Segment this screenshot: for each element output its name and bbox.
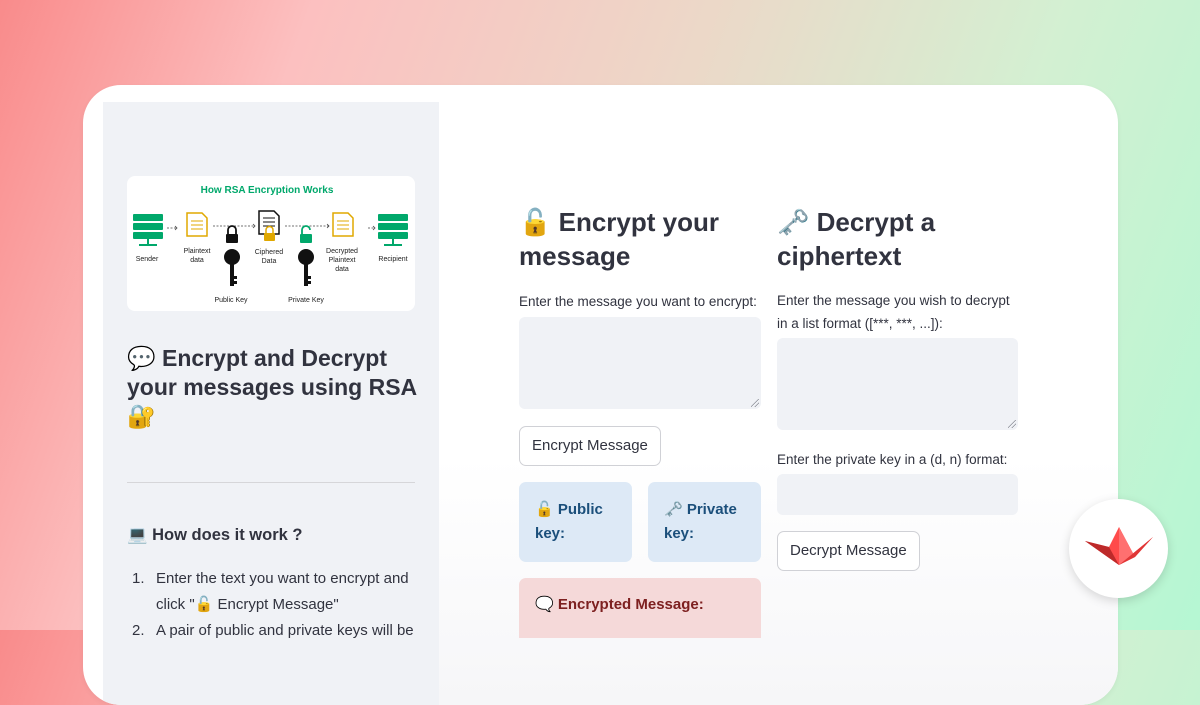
divider (127, 482, 415, 483)
private-key-label: 🗝️ Private key: (664, 501, 737, 542)
encrypted-message-label: 🗨️ Encrypted Message: (535, 596, 704, 613)
diagram-title: How RSA Encryption Works (201, 185, 334, 196)
sidebar-title: 💬 Encrypt and Decrypt your messages usin… (127, 345, 417, 429)
decrypted-document-icon (332, 212, 354, 237)
rsa-diagram-image: How RSA Encryption Works Sender Plaintex… (127, 176, 415, 311)
resize-handle-icon[interactable] (1008, 420, 1016, 428)
resize-handle-icon[interactable] (751, 399, 759, 407)
list-item-number: 2. (132, 622, 145, 639)
encrypt-heading: 🔓 Encrypt your message (519, 207, 719, 271)
diagram-label-private-key: Private Key (288, 297, 324, 304)
diagram-label-plaintext: Plaintext data (184, 248, 211, 264)
ciphered-document-icon (258, 210, 280, 241)
encrypt-column: 🔓 Encrypt your message (519, 205, 762, 273)
list-item-text: A pair of public and private keys will b… (156, 622, 414, 639)
plaintext-document-icon (186, 212, 208, 237)
private-key-box: 🗝️ Private key: (648, 482, 761, 562)
unlock-icon (300, 225, 312, 243)
lock-icon (226, 225, 238, 243)
decrypt-message-button[interactable]: Decrypt Message (777, 531, 920, 571)
streamlit-crown-icon (1085, 527, 1153, 565)
diagram-label-decrypted: Decrypted Plaintext data (326, 248, 358, 273)
sidebar: How RSA Encryption Works Sender Plaintex… (103, 102, 439, 705)
streamlit-logo (1069, 499, 1168, 598)
private-key-input[interactable] (777, 474, 1018, 515)
sender-server-icon (133, 214, 163, 246)
diagram-label-ciphered: Ciphered Data (255, 249, 284, 265)
encrypt-input-label: Enter the message you want to encrypt: (519, 294, 757, 309)
diagram-label-sender: Sender (136, 256, 159, 263)
decrypt-column: 🗝️ Decrypt a ciphertext (777, 205, 1022, 273)
public-key-icon (224, 249, 240, 286)
list-item-number: 1. (132, 570, 145, 587)
public-key-label: 🔓 Public key: (535, 501, 603, 542)
encrypt-message-button[interactable]: Encrypt Message (519, 426, 661, 466)
list-item-text: Enter the text you want to encrypt and c… (156, 570, 409, 613)
list-item: 2. A pair of public and private keys wil… (127, 618, 419, 644)
diagram-label-recipient: Recipient (378, 256, 407, 263)
steps-list: 1. Enter the text you want to encrypt an… (127, 566, 419, 644)
decrypt-message-input[interactable] (777, 338, 1018, 430)
diagram-label-public-key: Public Key (214, 297, 248, 304)
encrypt-message-input[interactable] (519, 317, 761, 409)
decrypt-heading: 🗝️ Decrypt a ciphertext (777, 207, 936, 271)
public-key-box: 🔓 Public key: (519, 482, 632, 562)
private-key-input-label: Enter the private key in a (d, n) format… (777, 452, 1008, 467)
decrypt-input-label: Enter the message you wish to decrypt in… (777, 293, 1010, 331)
app-window: How RSA Encryption Works Sender Plaintex… (83, 85, 1118, 705)
recipient-server-icon (378, 214, 408, 246)
encrypted-message-box: 🗨️ Encrypted Message: (519, 578, 761, 638)
private-key-icon (298, 249, 314, 286)
list-item: 1. Enter the text you want to encrypt an… (127, 566, 419, 618)
how-it-works-heading: 💻 How does it work ? (127, 526, 303, 544)
